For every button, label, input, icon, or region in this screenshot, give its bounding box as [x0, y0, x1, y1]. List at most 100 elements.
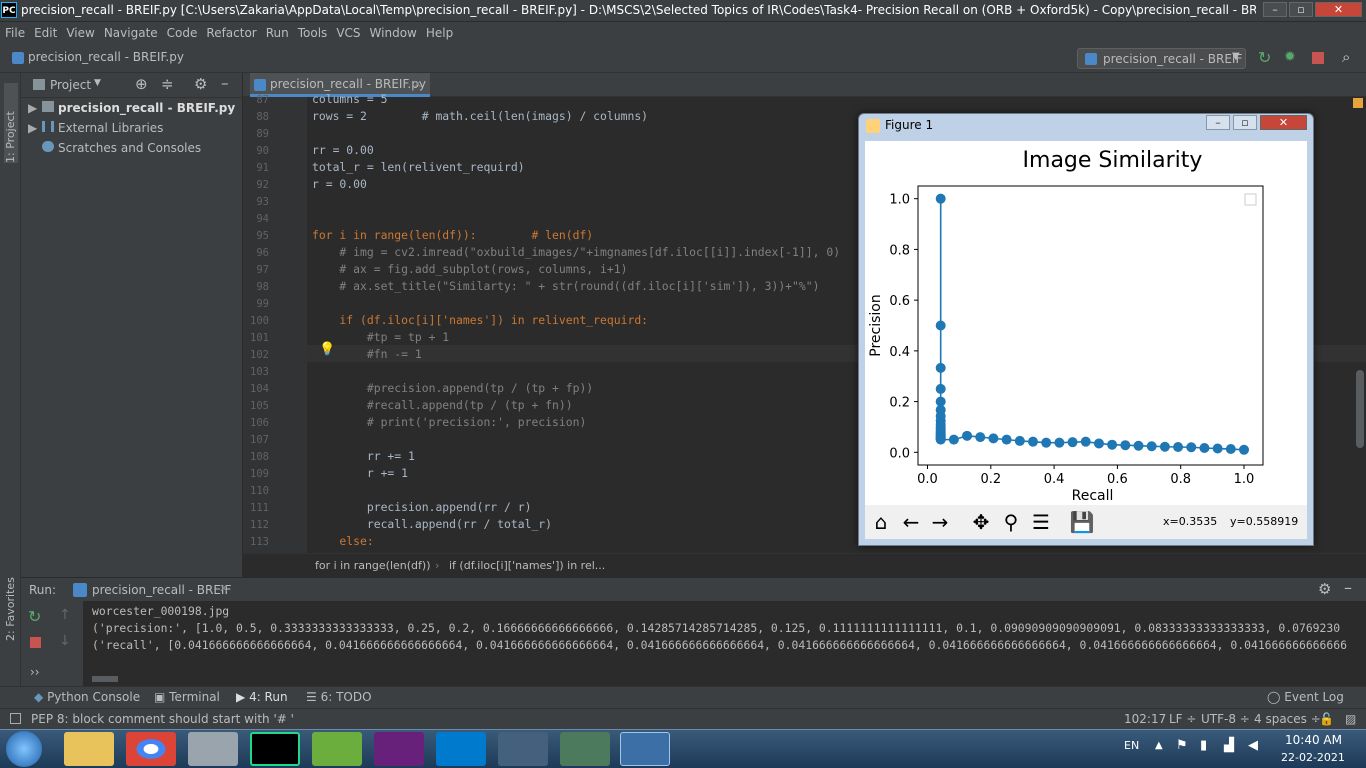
- gear-icon[interactable]: ⚙: [194, 75, 207, 93]
- memory-indicator-icon[interactable]: ▨: [1345, 709, 1356, 729]
- tab-event-log[interactable]: ◯ Event Log: [1267, 690, 1344, 704]
- gear-icon[interactable]: ⚙: [1318, 580, 1331, 598]
- rerun-icon[interactable]: ↻: [1258, 48, 1271, 67]
- flag-icon[interactable]: ⚑: [1176, 738, 1188, 753]
- menu-window[interactable]: Window: [365, 22, 421, 44]
- menu-refactor[interactable]: Refactor: [201, 22, 260, 44]
- menu-help[interactable]: Help: [421, 22, 457, 44]
- editor-scrollbar[interactable]: [1356, 370, 1364, 448]
- favorites-tool-tab[interactable]: 2: Favorites: [4, 571, 18, 641]
- start-button[interactable]: [6, 731, 42, 767]
- breadcrumb-for-loop[interactable]: for i in range(len(df)): [315, 554, 431, 577]
- visual-studio-taskbar-icon[interactable]: [374, 732, 424, 766]
- arrow-up-icon[interactable]: ↑: [59, 607, 71, 623]
- project-tool-tab[interactable]: 1: Project: [4, 83, 18, 163]
- code-line[interactable]: # ax = fig.add_subplot(rows, columns, i+…: [312, 262, 627, 276]
- home-icon[interactable]: ⌂: [868, 508, 894, 536]
- code-line[interactable]: #recall.append(tp / (tp + fn)): [312, 398, 573, 412]
- tab-todo[interactable]: ☰ 6: TODO: [306, 690, 372, 704]
- forward-arrow-icon[interactable]: →: [927, 508, 953, 536]
- code-line[interactable]: #precision.append(tp / (tp + fp)): [312, 381, 593, 395]
- figure-maximize-button[interactable]: ▫: [1233, 115, 1257, 130]
- vscode-taskbar-icon[interactable]: [436, 732, 486, 766]
- file-encoding[interactable]: UTF-8 ÷: [1201, 709, 1250, 729]
- save-figure-icon[interactable]: 💾: [1069, 508, 1095, 536]
- language-indicator[interactable]: EN: [1124, 739, 1139, 752]
- clock-date[interactable]: 22-02-2021: [1281, 751, 1345, 764]
- code-line[interactable]: recall.append(rr / total_r): [312, 517, 552, 531]
- menu-navigate[interactable]: Navigate: [99, 22, 162, 44]
- zoom-magnifier-icon[interactable]: ⚲: [998, 508, 1024, 536]
- menu-code[interactable]: Code: [162, 22, 202, 44]
- python-taskbar-icon[interactable]: [620, 732, 670, 766]
- run-config-select[interactable]: precision_recall - BREIF ▼: [1077, 48, 1246, 69]
- maximize-button[interactable]: ▫: [1289, 2, 1313, 17]
- layout-toggle-icon[interactable]: [10, 713, 21, 724]
- tray-expand-icon[interactable]: ▲: [1155, 740, 1163, 751]
- code-line[interactable]: if (df.iloc[i]['names']) in relivent_req…: [312, 313, 648, 327]
- code-line[interactable]: rows = 2 # math.ceil(len(imags) / column…: [312, 109, 648, 123]
- code-line[interactable]: # img = cv2.imread("oxbuild_images/"+img…: [312, 245, 840, 259]
- chevron-down-icon[interactable]: ▼: [94, 78, 101, 88]
- tab-terminal[interactable]: ▣ Terminal: [154, 690, 220, 704]
- battery-icon[interactable]: ▮: [1200, 738, 1207, 753]
- notepadpp-taskbar-icon[interactable]: [312, 732, 362, 766]
- stop-icon[interactable]: [30, 637, 41, 648]
- menu-run[interactable]: Run: [261, 22, 293, 44]
- console-hscrollbar[interactable]: [92, 676, 118, 682]
- rerun-icon[interactable]: ↻: [28, 607, 41, 626]
- menu-file[interactable]: File: [0, 22, 29, 44]
- line-separator[interactable]: LF ÷: [1169, 709, 1196, 729]
- figure-minimize-button[interactable]: –: [1206, 115, 1230, 130]
- volume-icon[interactable]: ◀: [1248, 738, 1258, 753]
- arrow-down-icon[interactable]: ↓: [59, 633, 71, 649]
- nav-breadcrumb[interactable]: precision_recall - BREIF.py: [28, 50, 184, 64]
- code-line[interactable]: rr += 1: [312, 449, 415, 463]
- more-icon[interactable]: ››: [30, 665, 40, 679]
- configure-subplots-icon[interactable]: ☰: [1028, 508, 1054, 536]
- breadcrumb-if[interactable]: if (df.iloc[i]['names']) in rel...: [449, 554, 605, 577]
- code-line[interactable]: r += 1: [312, 466, 408, 480]
- hide-panel-icon[interactable]: –: [221, 74, 229, 92]
- tree-item-scratches[interactable]: Scratches and Consoles: [22, 141, 201, 155]
- code-line[interactable]: total_r = len(relivent_requird): [312, 160, 525, 174]
- lightbulb-icon[interactable]: 💡: [319, 342, 335, 357]
- chrome-taskbar-icon[interactable]: [126, 732, 176, 766]
- tree-item-project-root[interactable]: ▶ precision_recall - BREIF.py: [22, 101, 235, 115]
- code-line[interactable]: precision.append(rr / r): [312, 500, 532, 514]
- close-tab-icon[interactable]: ✕: [413, 73, 422, 96]
- code-line[interactable]: else:: [312, 534, 373, 548]
- menu-view[interactable]: View: [61, 22, 98, 44]
- tools-taskbar-icon[interactable]: [188, 732, 238, 766]
- network-icon[interactable]: ▟: [1224, 738, 1234, 753]
- figure-close-button[interactable]: ✕: [1260, 115, 1307, 130]
- debug-bug-icon[interactable]: ✹: [1284, 49, 1296, 65]
- tab-python-console[interactable]: ◆ Python Console: [34, 690, 140, 704]
- code-line[interactable]: columns = 5: [312, 92, 387, 106]
- menu-tools[interactable]: Tools: [293, 22, 332, 44]
- clock-time[interactable]: 10:40 AM: [1285, 733, 1342, 747]
- minimize-button[interactable]: –: [1263, 2, 1287, 17]
- file-explorer-taskbar-icon[interactable]: [64, 732, 114, 766]
- code-line[interactable]: r = 0.00: [312, 177, 367, 191]
- pycharm-taskbar-icon[interactable]: [250, 732, 300, 766]
- anaconda-taskbar-icon[interactable]: [560, 732, 610, 766]
- stop-icon[interactable]: [1312, 52, 1324, 64]
- menu-vcs[interactable]: VCS: [331, 22, 364, 44]
- tree-item-external-libraries[interactable]: ▶ External Libraries: [22, 121, 163, 135]
- code-line[interactable]: rr = 0.00: [312, 143, 374, 157]
- collapse-all-icon[interactable]: ≑: [161, 75, 174, 93]
- warning-marker[interactable]: [1353, 98, 1363, 108]
- hide-panel-icon[interactable]: –: [1344, 578, 1352, 597]
- code-line[interactable]: # ax.set_title("Similarty: " + str(round…: [312, 279, 819, 293]
- search-icon[interactable]: ⌕: [1342, 48, 1350, 66]
- run-tab-label[interactable]: precision_recall - BREIF: [92, 583, 231, 597]
- back-arrow-icon[interactable]: ←: [898, 508, 924, 536]
- figure-canvas[interactable]: Image Similarity 0.0 0.2 0.4 0.6 0.8 1.0 0.0 0.2…: [865, 141, 1307, 505]
- lock-icon[interactable]: 🔓: [1319, 709, 1334, 729]
- code-line[interactable]: for i in range(len(df)): # len(df): [312, 228, 593, 242]
- locate-target-icon[interactable]: ⊕: [135, 75, 148, 93]
- pan-move-icon[interactable]: ✥: [968, 508, 994, 536]
- menu-edit[interactable]: Edit: [29, 22, 61, 44]
- tab-run[interactable]: ▶ 4: Run: [236, 690, 288, 704]
